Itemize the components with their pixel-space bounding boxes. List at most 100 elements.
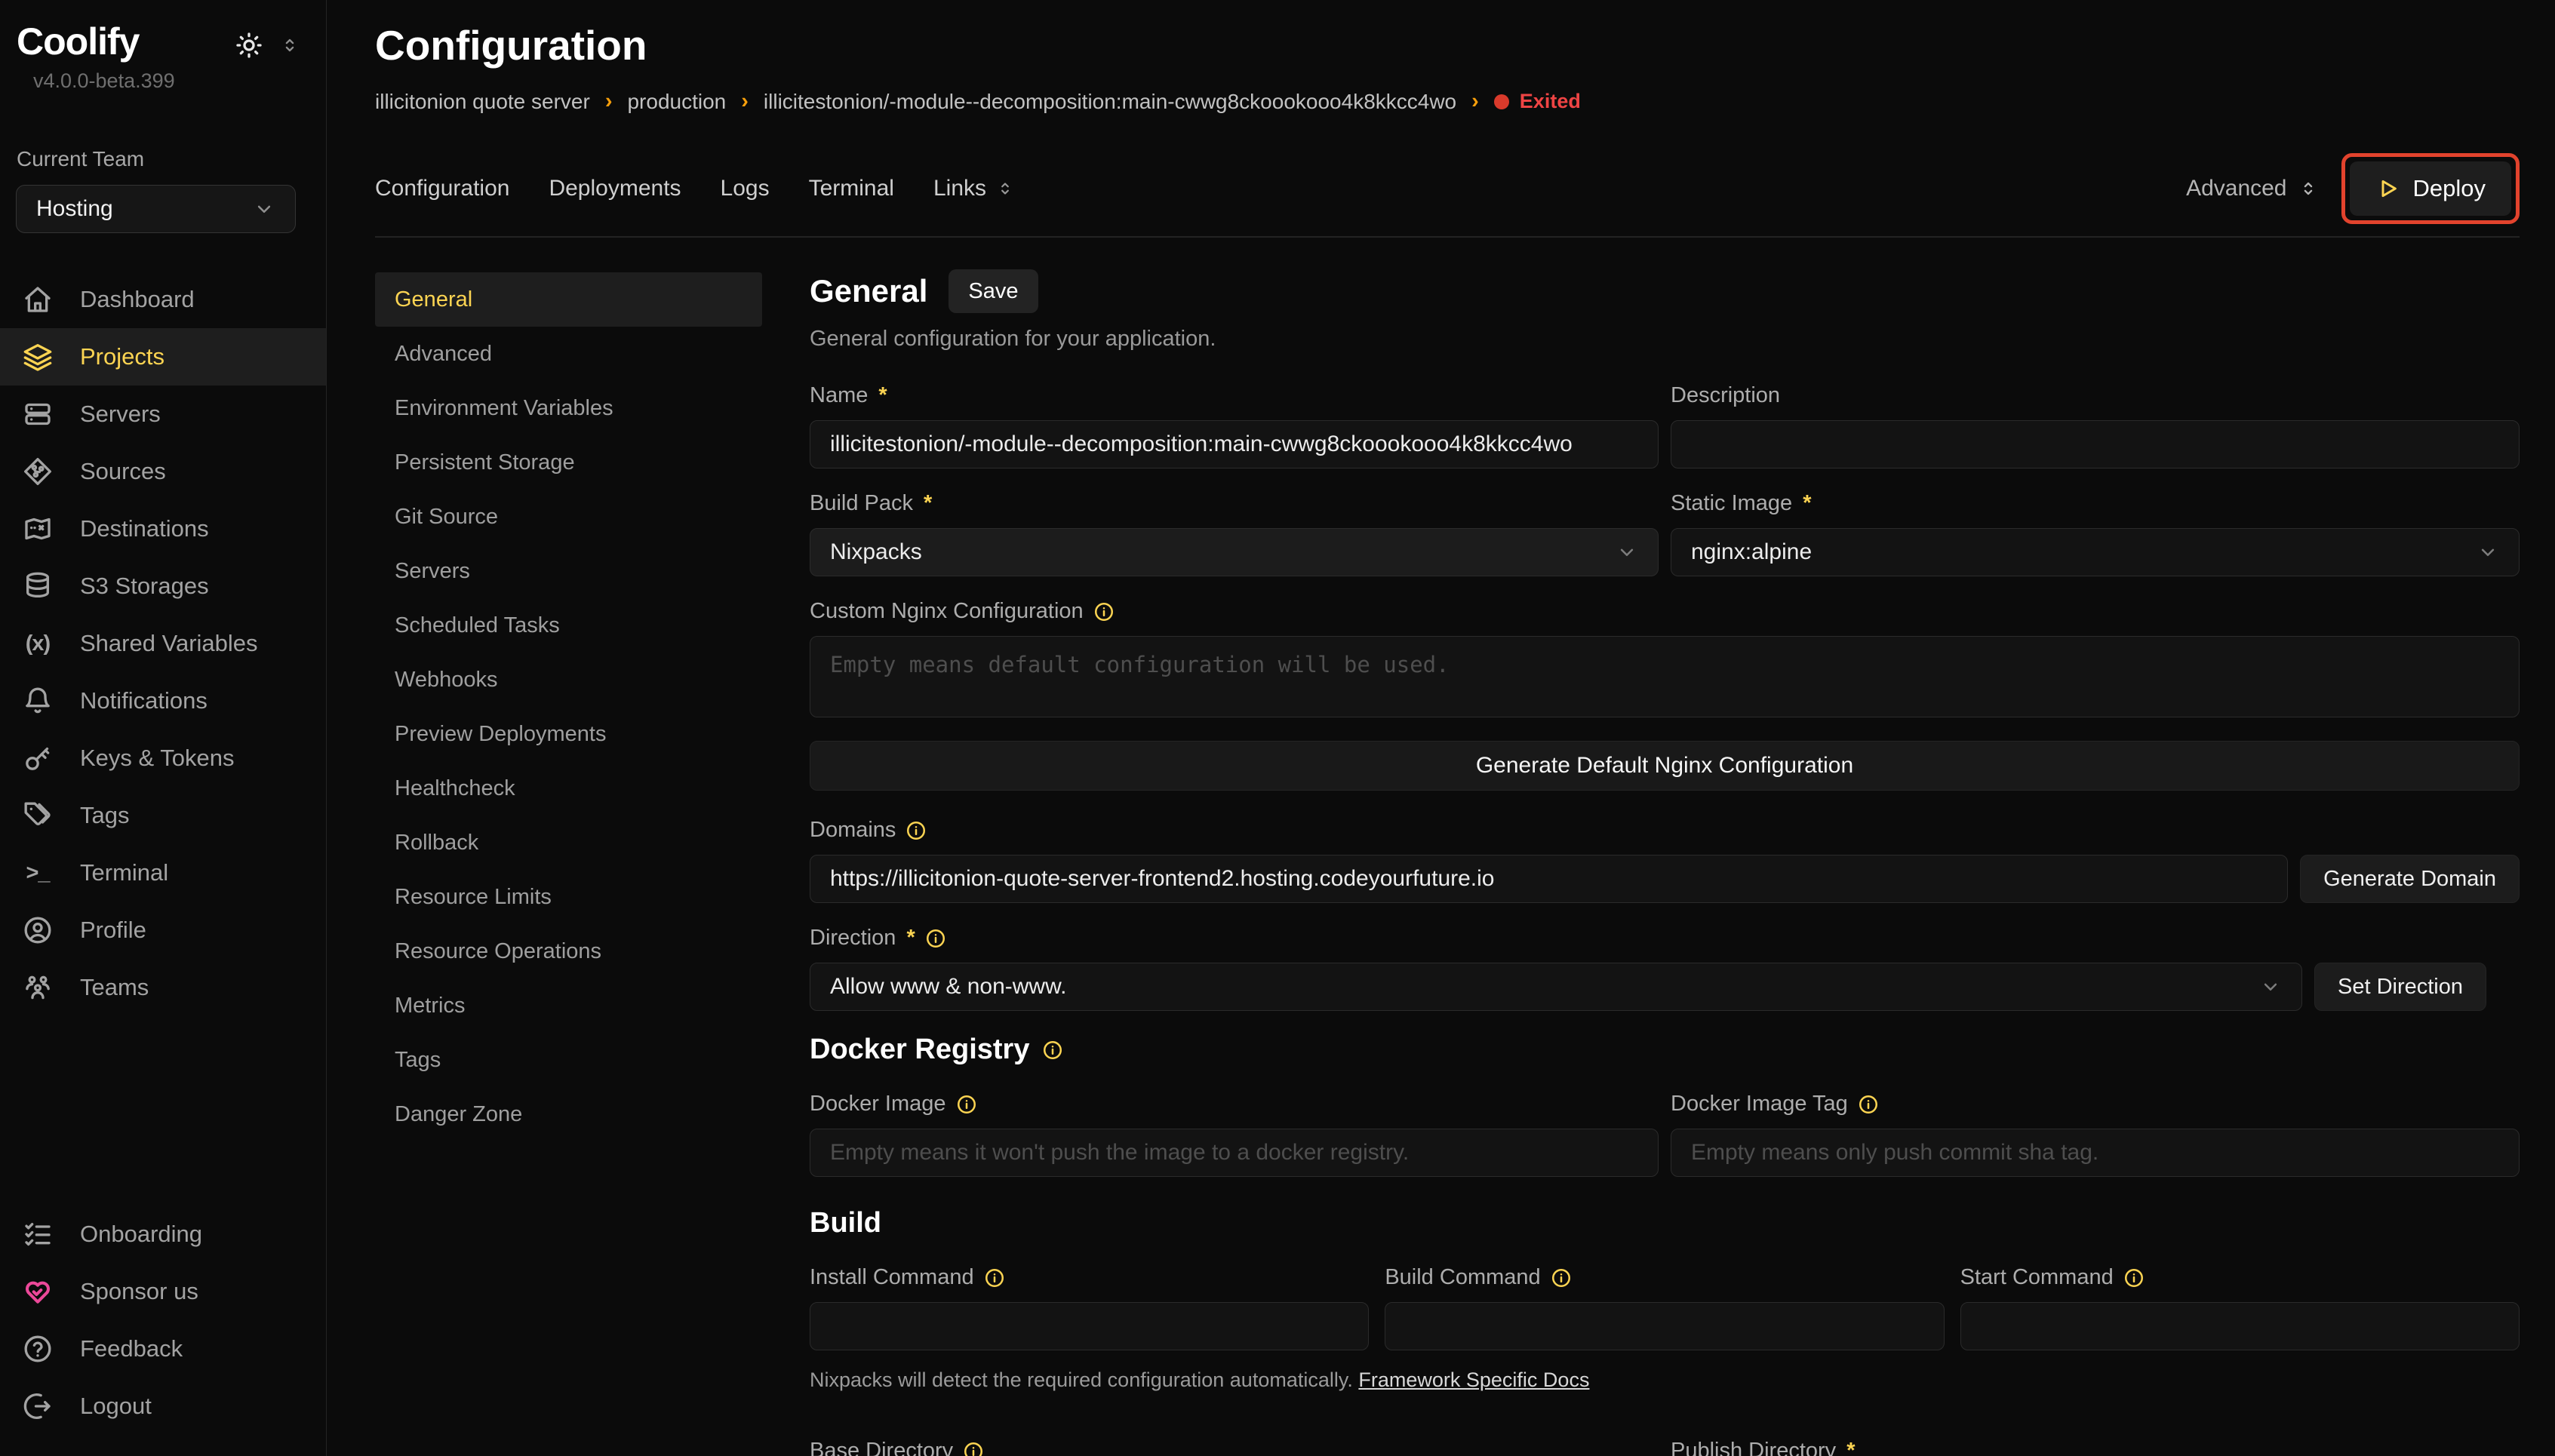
sidebar-item-teams[interactable]: Teams xyxy=(0,959,326,1016)
sidebar-item-s3-storages[interactable]: S3 Storages xyxy=(0,558,326,615)
config-menu-rollback[interactable]: Rollback xyxy=(375,816,762,870)
set-direction-button[interactable]: Set Direction xyxy=(2314,963,2486,1011)
sidebar-item-onboarding[interactable]: Onboarding xyxy=(0,1206,326,1263)
sidebar-item-sponsor[interactable]: Sponsor us xyxy=(0,1263,326,1320)
help-circle-icon xyxy=(23,1334,53,1364)
info-icon xyxy=(1093,601,1115,623)
sidebar-nav: Dashboard Projects Servers Sources Desti… xyxy=(0,271,326,1016)
status-badge: Exited xyxy=(1494,90,1581,113)
deploy-annotation-box: Deploy xyxy=(2341,153,2520,224)
sidebar-item-terminal[interactable]: >_ Terminal xyxy=(0,844,326,902)
config-menu-advanced[interactable]: Advanced xyxy=(375,327,762,381)
config-menu-metrics[interactable]: Metrics xyxy=(375,978,762,1033)
config-menu-persistent-storage[interactable]: Persistent Storage xyxy=(375,435,762,490)
start-command-input[interactable] xyxy=(1960,1302,2520,1350)
status-dot-icon xyxy=(1494,94,1509,109)
git-source-icon xyxy=(23,456,53,487)
general-form: General Save General configuration for y… xyxy=(810,238,2520,1456)
build-command-input[interactable] xyxy=(1385,1302,1944,1350)
framework-docs-link[interactable]: Framework Specific Docs xyxy=(1358,1368,1589,1391)
team-select[interactable]: Hosting xyxy=(16,185,296,233)
start-command-label: Start Command xyxy=(1960,1265,2114,1290)
deploy-button[interactable]: Deploy xyxy=(2350,161,2512,216)
save-button[interactable]: Save xyxy=(949,269,1038,313)
build-pack-label: Build Pack xyxy=(810,491,913,516)
variables-icon: (x) xyxy=(23,628,53,659)
sidebar: Coolify v4.0.0-beta.399 Current Team Hos… xyxy=(0,0,327,1456)
section-subtitle: General configuration for your applicati… xyxy=(810,327,2520,352)
list-checks-icon xyxy=(23,1219,53,1249)
config-menu-danger-zone[interactable]: Danger Zone xyxy=(375,1087,762,1141)
domains-input[interactable] xyxy=(810,855,2288,903)
config-menu-scheduled-tasks[interactable]: Scheduled Tasks xyxy=(375,598,762,653)
info-icon xyxy=(2123,1267,2145,1289)
direction-select[interactable]: Allow www & non-www. xyxy=(810,963,2302,1011)
config-menu-preview-deployments[interactable]: Preview Deployments xyxy=(375,707,762,761)
breadcrumb-environment[interactable]: production xyxy=(627,90,726,114)
tag-icon xyxy=(23,800,53,831)
theme-selector-icon[interactable] xyxy=(279,35,300,56)
info-icon xyxy=(1041,1039,1064,1061)
domains-label: Domains xyxy=(810,818,896,843)
config-menu-git-source[interactable]: Git Source xyxy=(375,490,762,544)
sidebar-item-servers[interactable]: Servers xyxy=(0,386,326,443)
docker-image-input[interactable] xyxy=(810,1129,1659,1177)
generate-domain-button[interactable]: Generate Domain xyxy=(2300,855,2520,903)
chevron-down-icon xyxy=(2259,975,2282,998)
sidebar-footer-nav: Onboarding Sponsor us Feedback Logout xyxy=(0,1206,326,1435)
info-icon xyxy=(983,1267,1006,1289)
static-image-select[interactable]: nginx:alpine xyxy=(1671,528,2520,576)
sidebar-item-logout[interactable]: Logout xyxy=(0,1378,326,1435)
config-menu-webhooks[interactable]: Webhooks xyxy=(375,653,762,707)
sidebar-item-destinations[interactable]: Destinations xyxy=(0,500,326,558)
status-text: Exited xyxy=(1520,90,1581,113)
theme-sun-icon[interactable] xyxy=(234,30,264,60)
team-select-value: Hosting xyxy=(36,196,113,222)
bell-icon xyxy=(23,686,53,716)
config-menu-healthcheck[interactable]: Healthcheck xyxy=(375,761,762,816)
chevron-down-icon xyxy=(1616,541,1638,564)
sidebar-item-dashboard[interactable]: Dashboard xyxy=(0,271,326,328)
app-version: v4.0.0-beta.399 xyxy=(17,69,192,93)
config-menu-resource-limits[interactable]: Resource Limits xyxy=(375,870,762,924)
install-command-input[interactable] xyxy=(810,1302,1369,1350)
sidebar-item-keys-tokens[interactable]: Keys & Tokens xyxy=(0,730,326,787)
tab-terminal[interactable]: Terminal xyxy=(809,176,894,201)
custom-nginx-textarea[interactable] xyxy=(810,636,2520,717)
tab-deployments[interactable]: Deployments xyxy=(549,176,681,201)
description-input[interactable] xyxy=(1671,420,2520,468)
config-menu-environment-variables[interactable]: Environment Variables xyxy=(375,381,762,435)
sidebar-item-projects[interactable]: Projects xyxy=(0,328,326,386)
generate-nginx-button[interactable]: Generate Default Nginx Configuration xyxy=(810,741,2520,791)
sidebar-item-feedback[interactable]: Feedback xyxy=(0,1320,326,1378)
play-icon xyxy=(2375,177,2400,201)
chevron-down-icon xyxy=(253,198,275,220)
sidebar-item-sources[interactable]: Sources xyxy=(0,443,326,500)
tab-configuration[interactable]: Configuration xyxy=(375,176,509,201)
advanced-selector[interactable]: Advanced xyxy=(2186,176,2318,201)
chevrons-up-down-icon xyxy=(2298,178,2319,199)
user-circle-icon xyxy=(23,915,53,945)
sidebar-item-notifications[interactable]: Notifications xyxy=(0,672,326,730)
name-input[interactable] xyxy=(810,420,1659,468)
sidebar-item-tags[interactable]: Tags xyxy=(0,787,326,844)
custom-nginx-label: Custom Nginx Configuration xyxy=(810,599,1084,624)
chevron-right-icon: › xyxy=(605,89,613,114)
config-menu-tags[interactable]: Tags xyxy=(375,1033,762,1087)
build-pack-select[interactable]: Nixpacks xyxy=(810,528,1659,576)
sidebar-item-profile[interactable]: Profile xyxy=(0,902,326,959)
config-menu-general[interactable]: General xyxy=(375,272,762,327)
tab-logs[interactable]: Logs xyxy=(721,176,770,201)
breadcrumb-project[interactable]: illicitonion quote server xyxy=(375,90,590,114)
key-icon xyxy=(23,743,53,773)
app-logo[interactable]: Coolify xyxy=(17,20,192,63)
breadcrumb-application[interactable]: illicitestonion/-module--decomposition:m… xyxy=(764,90,1456,114)
config-menu-resource-operations[interactable]: Resource Operations xyxy=(375,924,762,978)
tab-links[interactable]: Links xyxy=(933,176,1015,201)
users-icon xyxy=(23,972,53,1003)
sidebar-item-shared-variables[interactable]: (x) Shared Variables xyxy=(0,615,326,672)
chevrons-up-down-icon xyxy=(995,179,1015,198)
build-heading: Build xyxy=(810,1207,881,1239)
config-menu-servers[interactable]: Servers xyxy=(375,544,762,598)
docker-image-tag-input[interactable] xyxy=(1671,1129,2520,1177)
